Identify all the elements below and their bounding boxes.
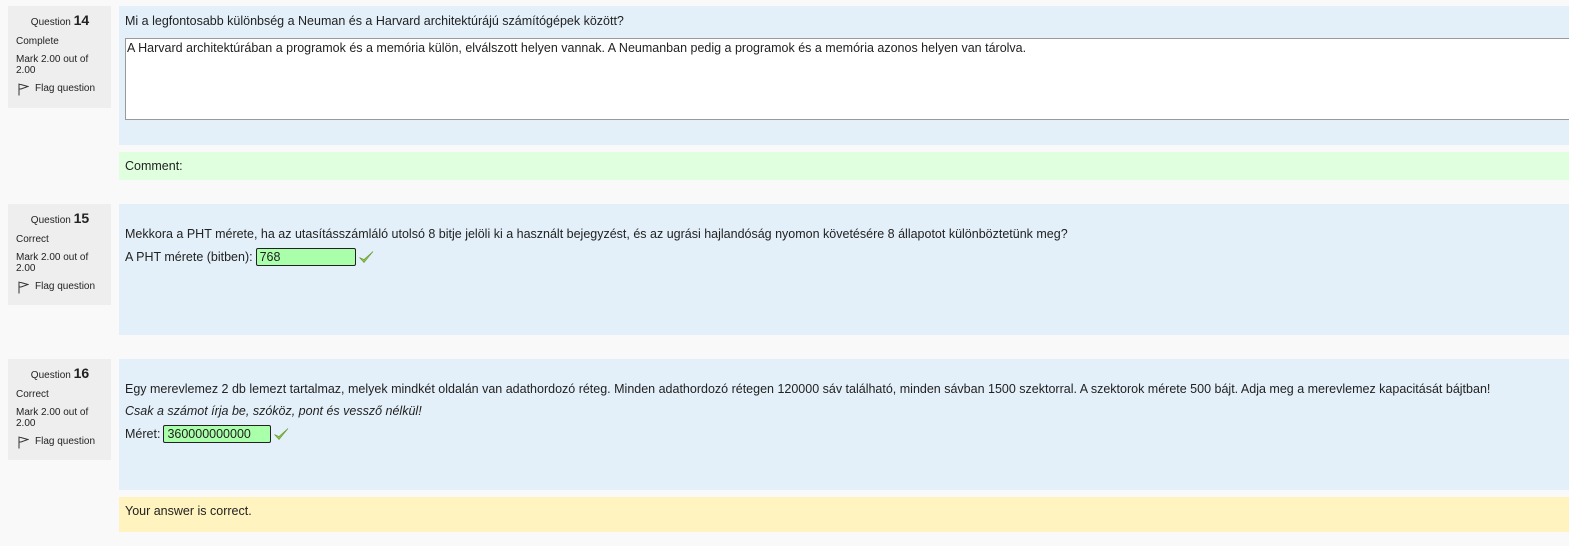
- question-number: Question 16: [16, 365, 104, 384]
- feedback-box: Your answer is correct.: [119, 497, 1569, 532]
- question-info: Question 14 Complete Mark 2.00 out of 2.…: [8, 6, 111, 108]
- answer-input[interactable]: [163, 425, 272, 443]
- answer-label: A PHT mérete (bitben):: [125, 250, 253, 264]
- question-info: Question 16 Correct Mark 2.00 out of 2.0…: [8, 359, 111, 460]
- question-number: Question 15: [16, 210, 104, 229]
- question-number-value: 15: [73, 210, 90, 226]
- question-formulation: Mekkora a PHT mérete, ha az utasításszám…: [119, 204, 1569, 335]
- comment-box: Comment:: [119, 152, 1569, 180]
- question-label: Question: [30, 370, 71, 381]
- flag-label: Flag question: [35, 436, 96, 447]
- flag-label: Flag question: [35, 281, 96, 292]
- question-text: Egy merevlemez 2 db lemezt tartalmaz, me…: [125, 382, 1491, 396]
- flag-question-link[interactable]: Flag question: [16, 280, 104, 294]
- answer-label: Méret:: [125, 427, 161, 441]
- question-label: Question: [30, 17, 71, 28]
- question-grade: Mark 2.00 out of 2.00: [16, 252, 89, 274]
- checkmark-icon: [274, 428, 289, 440]
- question-info: Question 15 Correct Mark 2.00 out of 2.0…: [8, 204, 111, 305]
- question-state: Correct: [16, 234, 49, 245]
- question-formulation: Mi a legfontosabb különbség a Neuman és …: [119, 6, 1569, 145]
- flag-icon: [18, 281, 29, 293]
- answer-row: A PHT mérete (bitben):: [125, 247, 1563, 267]
- feedback-text: Your answer is correct.: [125, 504, 252, 518]
- question-text: Mi a legfontosabb különbség a Neuman és …: [125, 14, 624, 28]
- question-number: Question 14: [16, 12, 104, 31]
- question-state: Correct: [16, 389, 49, 400]
- flag-question-link[interactable]: Flag question: [16, 82, 104, 96]
- question-formulation: Egy merevlemez 2 db lemezt tartalmaz, me…: [119, 359, 1569, 490]
- question-state: Complete: [16, 36, 59, 47]
- question-text: Mekkora a PHT mérete, ha az utasításszám…: [125, 227, 1068, 241]
- checkmark-icon: [358, 251, 373, 263]
- flag-question-link[interactable]: Flag question: [16, 435, 104, 449]
- flag-icon: [18, 83, 29, 95]
- flag-label: Flag question: [35, 83, 96, 94]
- question-number-value: 14: [73, 12, 90, 28]
- question-grade: Mark 2.00 out of 2.00: [16, 54, 89, 76]
- question-grade: Mark 2.00 out of 2.00: [16, 407, 89, 429]
- answer-row: Méret:: [125, 424, 1563, 444]
- question-label: Question: [30, 215, 71, 226]
- flag-icon: [18, 436, 29, 448]
- comment-label: Comment:: [125, 159, 183, 173]
- essay-answer-field[interactable]: [125, 38, 1569, 120]
- question-hint: Csak a számot írja be, szóköz, pont és v…: [125, 404, 422, 418]
- answer-input[interactable]: [255, 248, 356, 266]
- question-number-value: 16: [73, 365, 90, 381]
